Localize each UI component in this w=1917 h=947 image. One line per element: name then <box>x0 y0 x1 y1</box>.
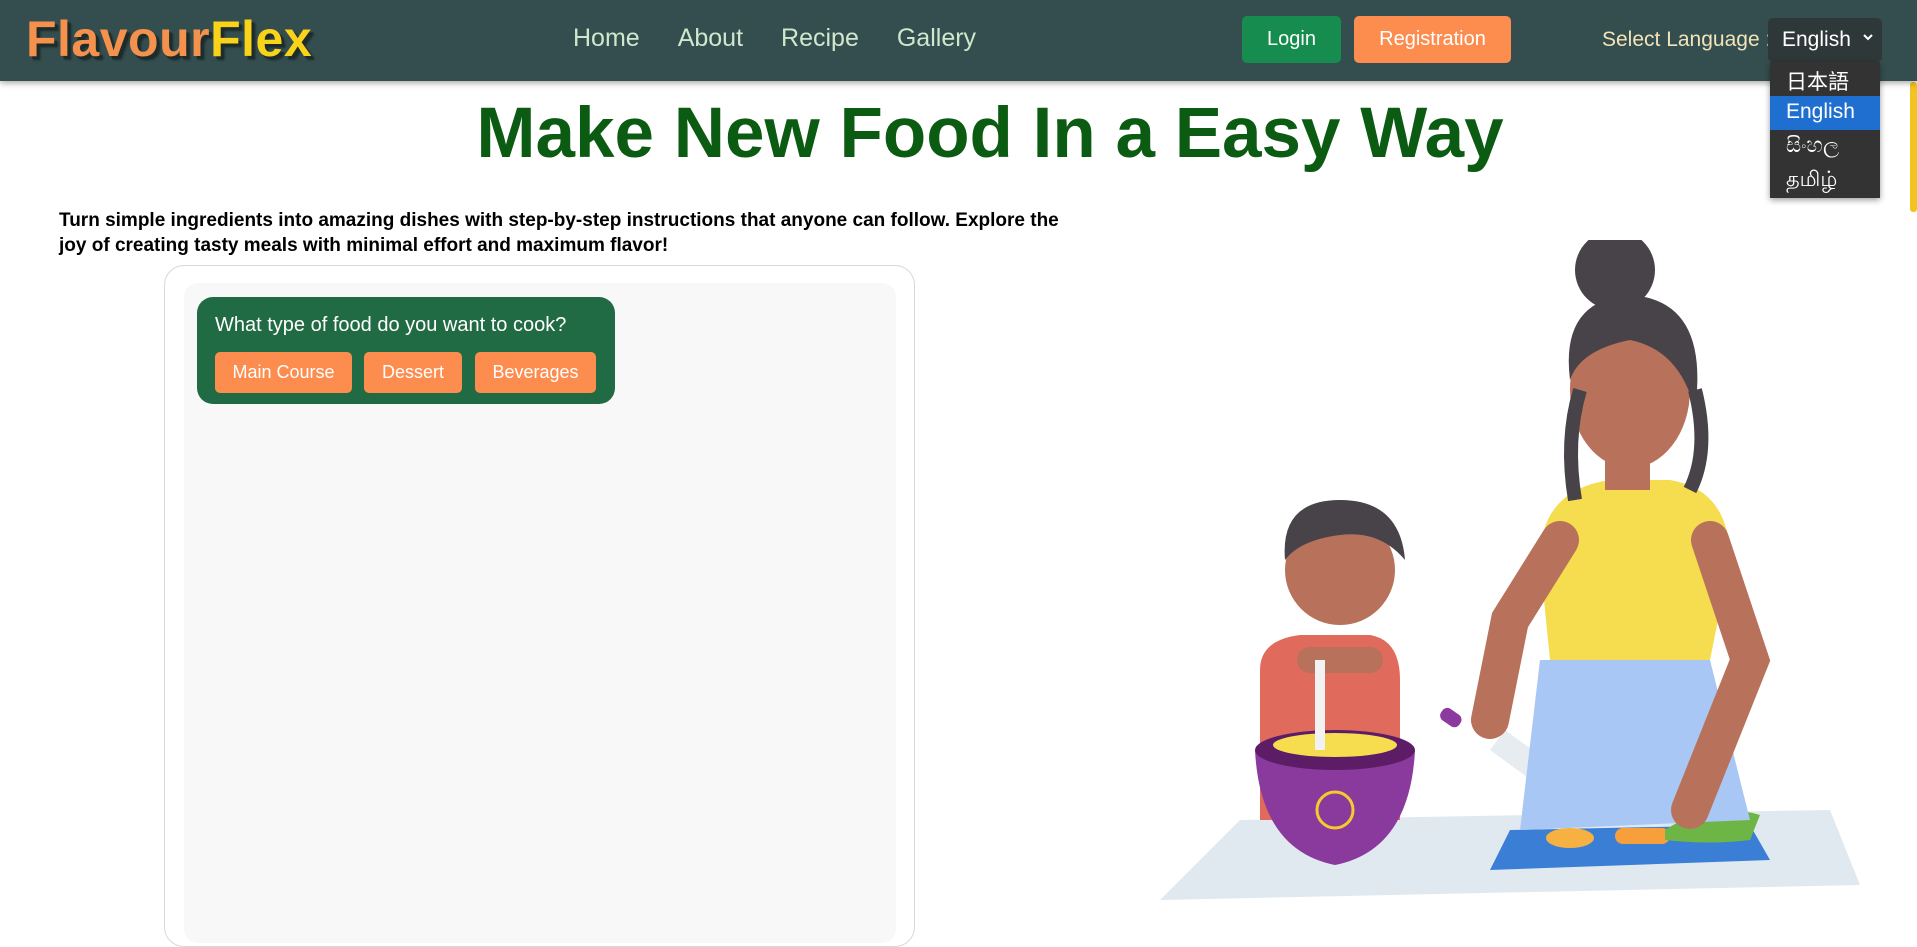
language-option-english[interactable]: English <box>1770 96 1880 130</box>
language-option-japanese[interactable]: 日本語 <box>1770 62 1880 96</box>
login-button[interactable]: Login <box>1242 16 1341 63</box>
chevron-down-icon <box>1862 30 1874 48</box>
nav-link-about[interactable]: About <box>678 24 743 53</box>
hero-intro-text: Turn simple ingredients into amazing dis… <box>59 210 1059 256</box>
nav-link-recipe[interactable]: Recipe <box>781 24 859 53</box>
language-label: Select Language : <box>1602 28 1772 51</box>
language-selected-value: English <box>1782 28 1851 51</box>
brand-logo[interactable]: FlavourFlex <box>26 10 312 68</box>
registration-button[interactable]: Registration <box>1354 16 1511 63</box>
bot-message-bubble: What type of food do you want to cook? M… <box>197 297 615 404</box>
cooking-illustration <box>1160 240 1860 900</box>
nav-link-home[interactable]: Home <box>573 24 640 53</box>
language-dropdown: 日本語 English සිංහල தமிழ் <box>1770 62 1880 198</box>
option-beverages-button[interactable]: Beverages <box>475 352 596 393</box>
nav-link-gallery[interactable]: Gallery <box>897 24 976 53</box>
bot-question: What type of food do you want to cook? <box>215 314 567 336</box>
brand-logo-part2: Flex <box>210 11 313 67</box>
brand-logo-part1: Flavour <box>26 11 211 67</box>
option-main-course-button[interactable]: Main Course <box>215 352 352 393</box>
language-option-sinhala[interactable]: සිංහල <box>1770 130 1880 164</box>
nav-links: Home About Recipe Gallery <box>573 24 1014 53</box>
navbar: FlavourFlex Home About Recipe Gallery Lo… <box>0 0 1917 81</box>
hero-title: Make New Food In a Easy Way <box>476 94 1504 173</box>
language-select[interactable]: English <box>1768 18 1882 62</box>
option-dessert-button[interactable]: Dessert <box>364 352 462 393</box>
language-option-tamil[interactable]: தமிழ் <box>1770 164 1880 198</box>
